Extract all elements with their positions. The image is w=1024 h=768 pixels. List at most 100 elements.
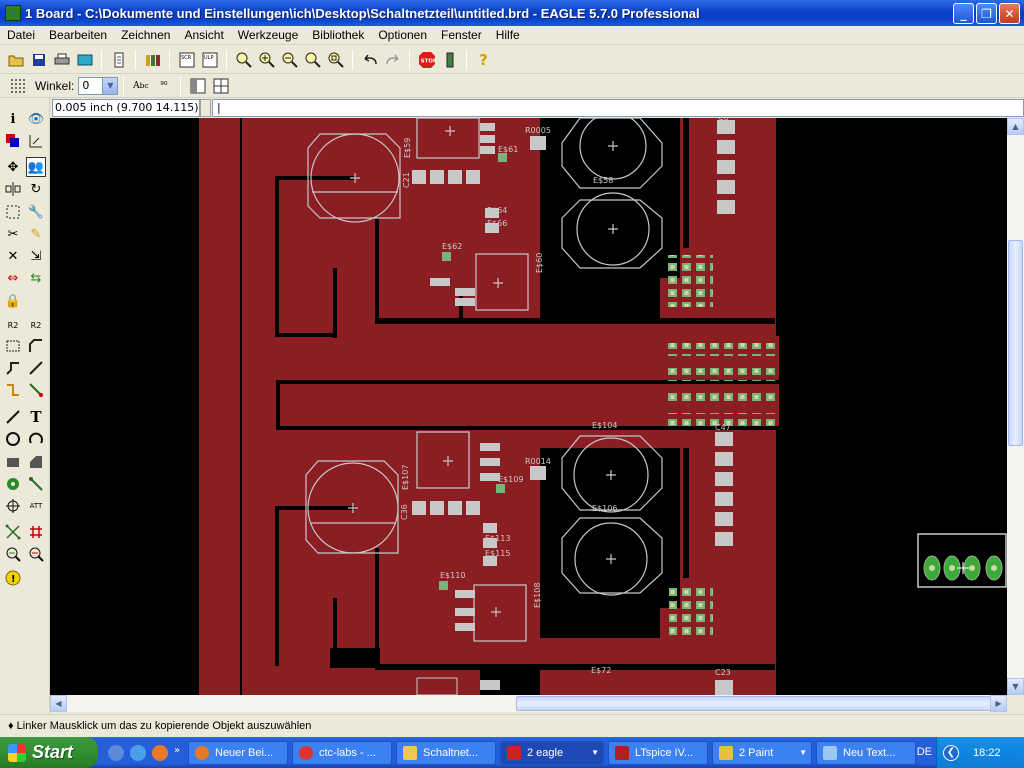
menu-werkzeuge[interactable]: Werkzeuge <box>231 28 305 42</box>
scroll-right-icon[interactable]: ▶ <box>990 695 1007 712</box>
menu-bearbeiten[interactable]: Bearbeiten <box>42 28 114 42</box>
delete-icon[interactable]: ✕ <box>3 246 23 266</box>
change-icon[interactable]: 🔧 <box>26 202 46 222</box>
clock[interactable]: 18:22 <box>973 747 1001 759</box>
add-icon[interactable]: ⇲ <box>26 246 46 266</box>
task-ltspice[interactable]: LTspice IV... <box>608 740 708 765</box>
command-history-button[interactable] <box>200 99 211 117</box>
open-icon[interactable] <box>6 50 26 70</box>
angle-select[interactable]: 0 ▼ <box>78 76 119 95</box>
scroll-left-icon[interactable]: ◀ <box>50 695 67 712</box>
line-icon[interactable] <box>3 407 23 427</box>
grid-icon[interactable] <box>8 76 28 96</box>
script-icon[interactable] <box>109 50 129 70</box>
eagle-app-icon[interactable] <box>5 5 21 21</box>
chevron-down-icon[interactable]: ▼ <box>102 77 118 94</box>
info-icon[interactable]: i <box>3 109 23 129</box>
errors-icon[interactable]: ! <box>3 568 23 588</box>
value-icon[interactable]: ⇆ <box>26 268 46 288</box>
split-icon[interactable]: R2 <box>26 315 46 335</box>
tray-expand-icon[interactable]: ❮ <box>943 744 959 761</box>
task-firefox[interactable]: Neuer Bei... <box>188 740 288 765</box>
zoom-fit-icon[interactable] <box>234 50 254 70</box>
scroll-down-icon[interactable]: ▼ <box>1007 678 1024 695</box>
zoom-in-icon[interactable] <box>257 50 277 70</box>
scroll-up-icon[interactable]: ▲ <box>1007 118 1024 135</box>
paste-icon[interactable]: ✂ <box>3 224 23 244</box>
menu-optionen[interactable]: Optionen <box>371 28 434 42</box>
task-eagle[interactable]: 2 eagle ▼ <box>500 740 604 765</box>
group-icon[interactable] <box>3 202 23 222</box>
arc-icon[interactable] <box>26 429 46 449</box>
auto-icon[interactable] <box>26 522 46 542</box>
command-input[interactable]: | <box>212 99 1024 117</box>
undo-icon[interactable] <box>360 50 380 70</box>
route-icon[interactable] <box>3 358 23 378</box>
maximize-button[interactable]: ❐ <box>976 3 997 24</box>
rotate-icon[interactable]: ↻ <box>26 179 46 199</box>
task-ctc-labs[interactable]: ctc-labs - ... <box>292 740 392 765</box>
minimize-button[interactable]: _ <box>953 3 974 24</box>
vertical-scrollbar[interactable]: ▲ ▼ <box>1007 118 1024 695</box>
print-icon[interactable] <box>52 50 72 70</box>
task-schaltnetzteil[interactable]: Schaltnet... <box>396 740 496 765</box>
copy-icon[interactable]: 👥 <box>26 157 46 177</box>
redraw-icon[interactable] <box>303 50 323 70</box>
ulp-icon[interactable]: ULP <box>200 50 220 70</box>
mark-icon[interactable] <box>26 131 46 151</box>
drc-check-icon[interactable] <box>26 544 46 564</box>
horizontal-scrollbar[interactable]: ◀ ▶ <box>50 695 1007 712</box>
layers-icon[interactable] <box>3 131 23 151</box>
more-icon[interactable]: » <box>174 745 184 761</box>
erc-icon[interactable] <box>3 544 23 564</box>
drc-icon[interactable] <box>440 50 460 70</box>
smash-icon[interactable]: R2 <box>3 315 23 335</box>
help-icon[interactable]: ? <box>474 50 494 70</box>
attribute-icon[interactable]: ATT <box>26 496 46 516</box>
redo-icon[interactable] <box>383 50 403 70</box>
eye-icon[interactable]: 👁 <box>26 109 46 129</box>
board-canvas[interactable]: R0005 C8 E$59 E$61 E$64 E$66 E$62 E$60 C… <box>50 118 1007 695</box>
menu-fenster[interactable]: Fenster <box>434 28 489 42</box>
horizontal-scroll-thumb[interactable] <box>516 696 992 711</box>
autorouter-icon[interactable] <box>26 380 46 400</box>
paint-icon[interactable]: ✎ <box>26 224 46 244</box>
wire-icon[interactable] <box>3 380 23 400</box>
firefox-icon[interactable] <box>152 744 168 761</box>
mirror-icon[interactable] <box>3 179 23 199</box>
polygon-icon[interactable] <box>26 452 46 472</box>
task-notepad[interactable]: Neu Text... <box>816 740 916 765</box>
lock-icon[interactable]: 🔒 <box>3 291 23 311</box>
optimize-icon[interactable] <box>3 336 23 356</box>
menu-hilfe[interactable]: Hilfe <box>489 28 527 42</box>
text-icon[interactable]: T <box>26 407 46 427</box>
scr-icon[interactable]: SCR <box>177 50 197 70</box>
desktop-icon[interactable] <box>108 744 124 761</box>
language-indicator[interactable]: DE <box>917 746 932 758</box>
pcb-drawing[interactable]: R0005 C8 E$59 E$61 E$64 E$66 E$62 E$60 C… <box>50 118 1007 695</box>
vertical-scroll-thumb[interactable] <box>1008 240 1023 446</box>
ripup-icon[interactable] <box>26 358 46 378</box>
via-icon[interactable] <box>3 474 23 494</box>
menu-datei[interactable]: Datei <box>0 28 42 42</box>
zoom-out-icon[interactable] <box>280 50 300 70</box>
name-icon[interactable]: ⇔ <box>3 268 23 288</box>
rect-icon[interactable] <box>3 452 23 472</box>
layout-left-icon[interactable] <box>188 76 208 96</box>
save-icon[interactable] <box>29 50 49 70</box>
hole-icon[interactable] <box>3 496 23 516</box>
menu-bibliothek[interactable]: Bibliothek <box>305 28 371 42</box>
zoom-select-icon[interactable] <box>326 50 346 70</box>
task-paint[interactable]: 2 Paint ▼ <box>712 740 812 765</box>
signal-icon[interactable] <box>26 474 46 494</box>
ie-icon[interactable] <box>130 744 146 761</box>
layout-grid-icon[interactable] <box>211 76 231 96</box>
ratsnest-icon[interactable] <box>3 522 23 542</box>
close-button[interactable]: ✕ <box>999 3 1020 24</box>
mirror-text-icon[interactable]: Abc <box>131 76 151 96</box>
cam-icon[interactable] <box>75 50 95 70</box>
stop-icon[interactable]: STOP <box>417 50 437 70</box>
menu-zeichnen[interactable]: Zeichnen <box>114 28 177 42</box>
library-icon[interactable] <box>143 50 163 70</box>
spin-text-icon[interactable]: ⁹⁰ <box>154 76 174 96</box>
